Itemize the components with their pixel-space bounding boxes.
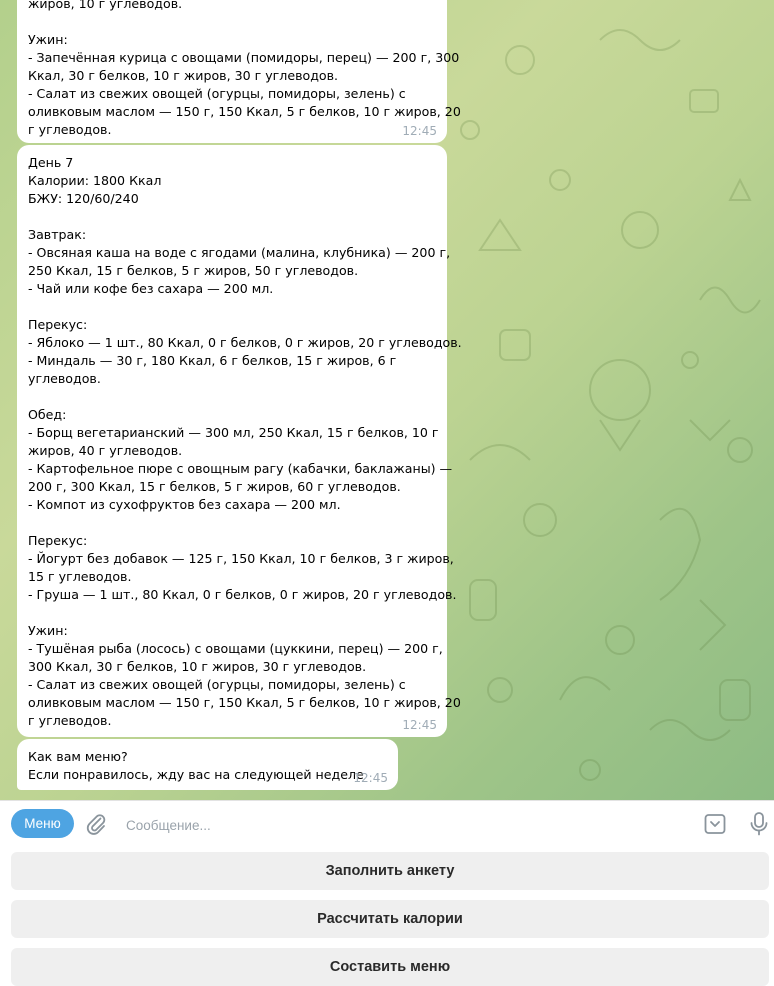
message-line [28, 514, 437, 532]
message-text: жиров, 10 г углеводов. Ужин: - Запечённая … [28, 0, 461, 139]
message-line: Калории: 1800 Ккал [28, 173, 162, 188]
message-line: - Компот из сухофруктов без сахара — 200… [28, 497, 341, 512]
message-line: Перекус: [28, 533, 88, 548]
message-line: Если понравилось, жду вас на следующей н… [28, 767, 364, 782]
message-line: - Яблоко — 1 шт., 80 Ккал, 0 г белков, 0… [28, 335, 462, 350]
message-line [28, 298, 437, 316]
message-line: - Запечённая курица с овощами (помидоры,… [28, 50, 460, 65]
message-line: Ужин: [28, 32, 68, 47]
message-line: - Картофельное пюре с овощным рагу (каба… [28, 461, 453, 476]
message-line: оливковым маслом — 150 г, 150 Ккал, 5 г … [28, 104, 461, 119]
message-line: Ккал, 30 г белков, 10 г жиров, 30 г угле… [28, 68, 339, 83]
message-line: жиров, 40 г углеводов. [28, 443, 183, 458]
message-line: - Чай или кофе без сахара — 200 мл. [28, 281, 274, 296]
message-line: 15 г углеводов. [28, 569, 132, 584]
message-composer: Меню [0, 800, 774, 847]
message-text: Как вам меню? Если понравилось, жду вас н… [28, 748, 388, 784]
message-line: 250 Ккал, 15 г белков, 5 г жиров, 50 г у… [28, 263, 359, 278]
message-line: 200 г, 300 Ккал, 15 г белков, 5 г жиров,… [28, 479, 401, 494]
message-line: Как вам меню? [28, 749, 128, 764]
message-line: Завтрак: [28, 227, 87, 242]
bot-keyboard: Заполнить анкету Рассчитать калории Сост… [0, 846, 774, 986]
message-line: - Овсяная каша на воде с ягодами (малина… [28, 245, 451, 260]
message-line: Ужин: [28, 623, 68, 638]
menu-button[interactable]: Меню [11, 809, 74, 838]
message-line: Перекус: [28, 317, 88, 332]
message-line [28, 604, 437, 622]
message-line: оливковым маслом — 150 г, 150 Ккал, 5 г … [28, 695, 461, 710]
message-bubble[interactable]: День 7 Калории: 1800 Ккал БЖУ: 120/60/240 З… [17, 145, 462, 737]
message-time: 12:45 [402, 718, 437, 732]
message-line: 300 Ккал, 30 г белков, 10 г жиров, 30 г … [28, 659, 367, 674]
message-bubble[interactable]: жиров, 10 г углеводов. Ужин: - Запечённая … [17, 0, 461, 143]
message-time: 12:45 [353, 771, 388, 785]
microphone-icon[interactable] [748, 811, 770, 837]
message-line: г углеводов. [28, 713, 112, 728]
message-bubble[interactable]: Как вам меню? Если понравилось, жду вас н… [17, 739, 398, 790]
fill-form-button[interactable]: Заполнить анкету [11, 852, 769, 890]
message-line: Обед: [28, 407, 67, 422]
message-line: - Груша — 1 шт., 80 Ккал, 0 г белков, 0 … [28, 587, 457, 602]
paperclip-icon[interactable] [84, 812, 108, 836]
message-line: - Тушёная рыба (лосось) с овощами (цукки… [28, 641, 443, 656]
message-line: - Йогурт без добавок — 125 г, 150 Ккал, … [28, 551, 454, 566]
message-line: г углеводов. [28, 122, 112, 137]
message-line [28, 388, 437, 406]
message-line: БЖУ: 120/60/240 [28, 191, 139, 206]
message-text: День 7 Калории: 1800 Ккал БЖУ: 120/60/240 З… [28, 154, 462, 730]
message-line [28, 13, 437, 31]
message-time: 12:45 [402, 124, 437, 138]
calculate-calories-button[interactable]: Рассчитать калории [11, 900, 769, 938]
keyboard-icon[interactable] [703, 812, 727, 836]
make-menu-button[interactable]: Составить меню [11, 948, 769, 986]
message-line: - Салат из свежих овощей (огурцы, помидо… [28, 677, 406, 692]
chat-area[interactable]: жиров, 10 г углеводов. Ужин: - Запечённая … [0, 0, 774, 800]
message-line: жиров, 10 г углеводов. [28, 0, 183, 11]
message-line: - Миндаль — 30 г, 180 Ккал, 6 г белков, … [28, 353, 397, 368]
message-line: углеводов. [28, 371, 101, 386]
message-input[interactable] [124, 814, 688, 836]
message-line [28, 208, 437, 226]
message-line: День 7 [28, 155, 74, 170]
message-line: - Борщ вегетарианский — 300 мл, 250 Ккал… [28, 425, 439, 440]
message-line: - Салат из свежих овощей (огурцы, помидо… [28, 86, 406, 101]
